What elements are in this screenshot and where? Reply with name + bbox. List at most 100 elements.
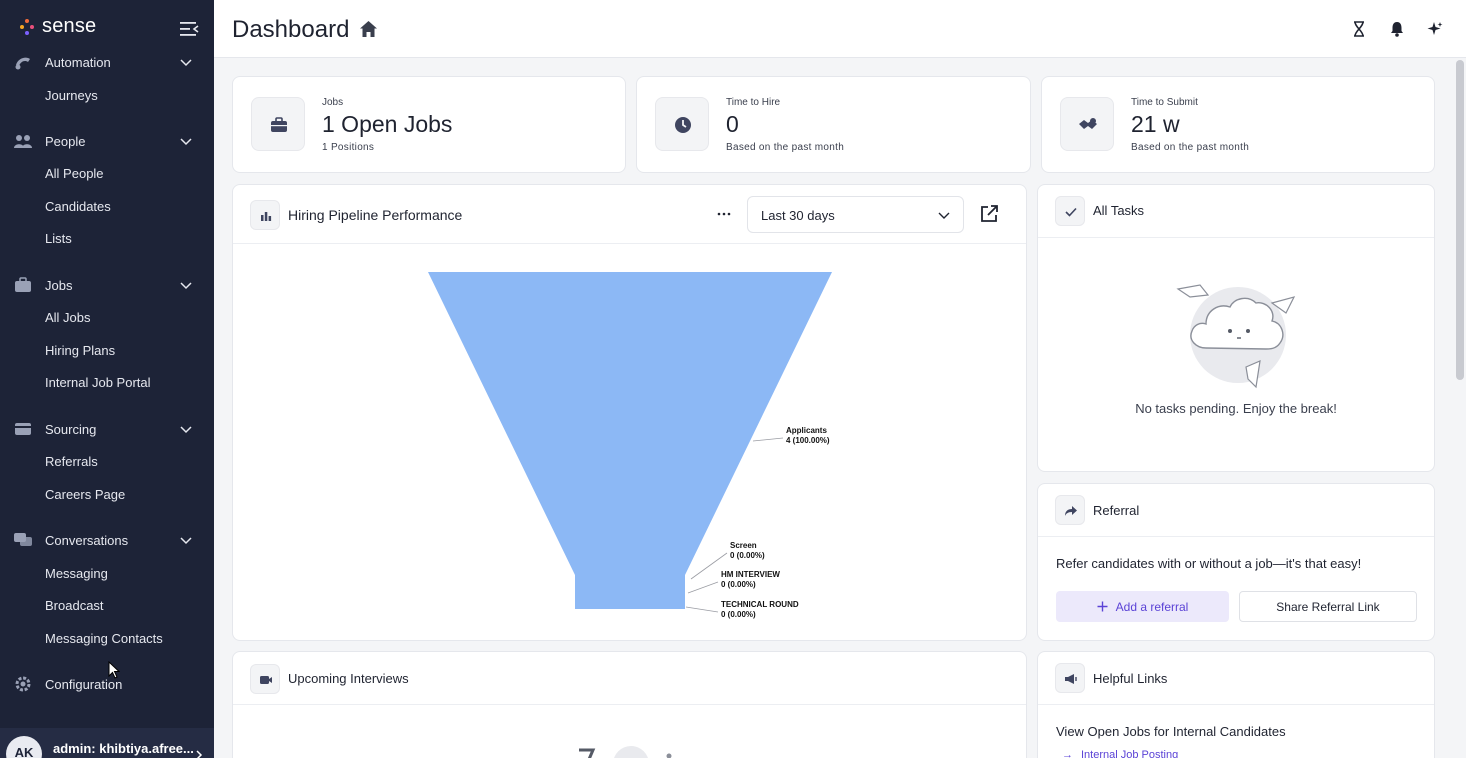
nav-item-journeys[interactable]: Journeys	[45, 88, 98, 103]
page-scrollbar[interactable]	[1456, 60, 1464, 380]
chat-icon	[14, 533, 32, 546]
empty-interviews-illustration	[579, 746, 672, 758]
nav-item-candidates[interactable]: Candidates	[45, 199, 111, 214]
helpful-links-card: Helpful Links View Open Jobs for Interna…	[1037, 651, 1435, 758]
plus-icon	[1097, 601, 1108, 612]
brand-name: sense	[42, 15, 97, 37]
sidebar: sense Automation Journeys People All Peo…	[0, 0, 214, 758]
collapse-sidebar-icon[interactable]	[179, 20, 199, 38]
nav-group-people: People All People Candidates Lists	[0, 125, 214, 246]
share-referral-link-button[interactable]: Share Referral Link	[1239, 591, 1417, 622]
funnel-segment-applicants[interactable]	[428, 272, 832, 609]
sparkle-icon[interactable]	[1427, 21, 1443, 37]
more-options-icon[interactable]	[717, 207, 731, 221]
card-title: Helpful Links	[1093, 671, 1168, 686]
nav-item-hiring-plans[interactable]: Hiring Plans	[45, 343, 115, 358]
page-title: Dashboard	[232, 16, 350, 43]
hiring-pipeline-card: Hiring Pipeline Performance Last 30 days…	[232, 184, 1027, 641]
link-label: Internal Job Posting	[1081, 749, 1179, 758]
share-arrow-icon	[1065, 506, 1077, 516]
helpful-links-section-title: View Open Jobs for Internal Candidates	[1056, 724, 1286, 739]
chevron-down-icon[interactable]	[180, 57, 192, 67]
briefcase-icon	[271, 117, 287, 132]
funnel-label-screen: Screen 0 (0.00%)	[730, 541, 765, 560]
nav-configuration[interactable]: Configuration	[0, 668, 214, 700]
user-menu[interactable]: AK admin: khibtiya.afree...	[0, 728, 214, 758]
stat-label: Time to Hire	[726, 97, 781, 108]
nav-automation[interactable]: Automation	[0, 46, 214, 78]
nav-group-automation: Automation Journeys	[0, 46, 214, 103]
top-bar: Dashboard	[214, 0, 1466, 58]
nav-item-internal-job-portal[interactable]: Internal Job Portal	[45, 375, 151, 390]
avatar: AK	[6, 736, 42, 758]
nav-conversations[interactable]: Conversations	[0, 524, 214, 556]
stat-card-time-to-submit[interactable]: Time to Submit 21 w Based on the past mo…	[1041, 76, 1435, 173]
card-title: Hiring Pipeline Performance	[288, 207, 463, 223]
briefcase-icon	[15, 277, 31, 292]
stat-label: Time to Submit	[1131, 97, 1198, 108]
share-referral-label: Share Referral Link	[1276, 599, 1380, 614]
funnel-leader-line	[687, 581, 719, 594]
user-label: admin: khibtiya.afree...	[53, 741, 194, 756]
all-tasks-card: All Tasks No tasks pending. Enjoy the br…	[1037, 184, 1435, 472]
stat-value: 1 Open Jobs	[322, 111, 453, 137]
funnel-leader-line	[752, 437, 784, 442]
upcoming-interviews-card: Upcoming Interviews	[232, 651, 1027, 758]
nav-item-messaging[interactable]: Messaging	[45, 566, 108, 581]
stat-value: 0	[726, 111, 739, 137]
chevron-down-icon	[938, 212, 950, 219]
handshake-icon	[1079, 118, 1097, 129]
chevron-right-icon	[196, 750, 203, 758]
card-title: All Tasks	[1093, 203, 1145, 218]
chevron-down-icon[interactable]	[180, 535, 192, 545]
bell-icon[interactable]	[1389, 21, 1405, 37]
nav-jobs[interactable]: Jobs	[0, 269, 214, 301]
sourcing-icon	[15, 423, 31, 435]
chevron-down-icon[interactable]	[180, 280, 192, 290]
people-icon	[14, 135, 32, 148]
stat-card-jobs[interactable]: Jobs 1 Open Jobs 1 Positions	[232, 76, 626, 173]
home-icon[interactable]	[359, 20, 378, 38]
funnel-label-hm-interview: HM INTERVIEW 0 (0.00%)	[721, 570, 780, 589]
external-link-icon[interactable]	[979, 204, 999, 224]
clock-icon	[675, 117, 691, 133]
card-title: Upcoming Interviews	[288, 671, 409, 686]
nav-item-careers-page[interactable]: Careers Page	[45, 487, 125, 502]
stat-card-time-to-hire[interactable]: Time to Hire 0 Based on the past month	[636, 76, 1031, 173]
referral-text: Refer candidates with or without a job—i…	[1056, 556, 1362, 571]
stat-sub: 1 Positions	[322, 142, 375, 153]
chevron-down-icon[interactable]	[180, 424, 192, 434]
referral-card: Referral Refer candidates with or withou…	[1037, 483, 1435, 641]
nav-group-conversations: Conversations Messaging Broadcast Messag…	[0, 524, 214, 646]
stat-sub: Based on the past month	[1131, 142, 1250, 153]
funnel-leader-line	[685, 606, 719, 613]
nav-item-all-people[interactable]: All People	[45, 166, 104, 181]
video-camera-icon	[260, 676, 272, 684]
stat-sub: Based on the past month	[726, 142, 845, 153]
nav-item-referrals[interactable]: Referrals	[45, 454, 98, 469]
nav-group-sourcing: Sourcing Referrals Careers Page	[0, 413, 214, 502]
stat-label: Jobs	[322, 97, 344, 108]
chevron-down-icon[interactable]	[180, 136, 192, 146]
hourglass-icon[interactable]	[1351, 21, 1367, 37]
empty-tasks-text: No tasks pending. Enjoy the break!	[1135, 401, 1337, 416]
add-referral-button[interactable]: Add a referral	[1056, 591, 1229, 622]
nav-item-broadcast[interactable]: Broadcast	[45, 598, 104, 613]
nav-sourcing[interactable]: Sourcing	[0, 413, 214, 445]
nav-people[interactable]: People	[0, 125, 214, 157]
arrow-right-icon: →	[1062, 749, 1073, 758]
brand-logo[interactable]: sense	[20, 15, 96, 38]
internal-job-posting-link[interactable]: → Internal Job Posting	[1062, 749, 1178, 758]
check-icon	[1065, 207, 1077, 217]
date-range-value: Last 30 days	[761, 208, 835, 223]
add-referral-label: Add a referral	[1115, 599, 1189, 614]
sense-logo-icon	[20, 18, 34, 35]
date-range-select[interactable]: Last 30 days	[747, 196, 964, 233]
mouse-cursor-icon	[108, 661, 120, 679]
nav-item-all-jobs[interactable]: All Jobs	[45, 310, 91, 325]
bar-chart-icon	[261, 212, 272, 221]
automation-icon	[15, 57, 30, 70]
funnel-label-applicants: Applicants 4 (100.00%)	[786, 426, 830, 445]
nav-item-lists[interactable]: Lists	[45, 231, 72, 246]
nav-item-messaging-contacts[interactable]: Messaging Contacts	[45, 631, 163, 646]
